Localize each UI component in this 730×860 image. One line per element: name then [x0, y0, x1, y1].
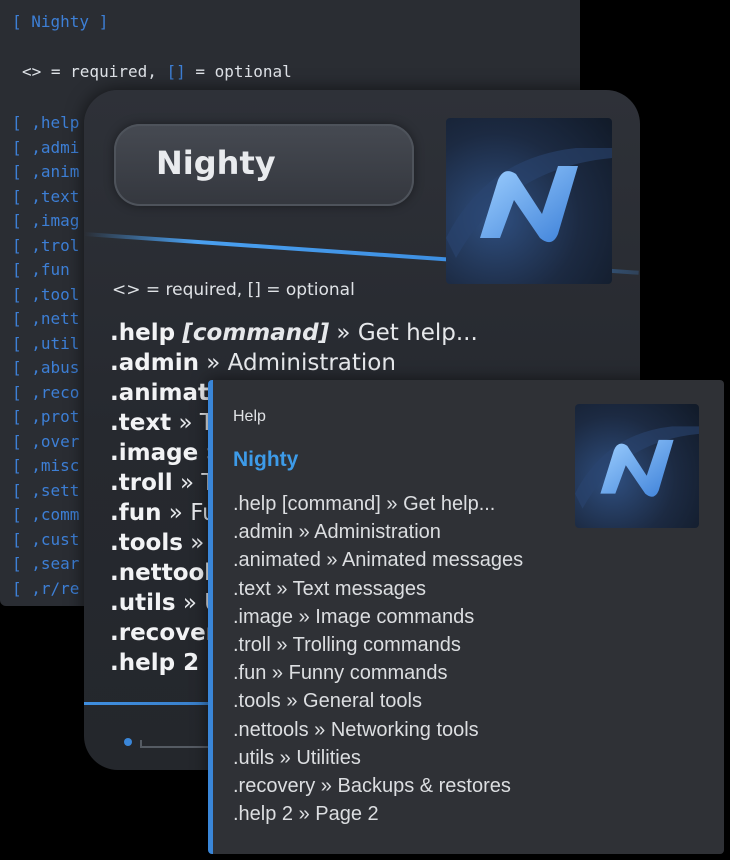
code-row-admin: [ ,admi: [12, 137, 80, 157]
code-row-text: [ ,text: [12, 186, 80, 206]
code-row-protection: [ ,prot: [12, 407, 80, 426]
command-argument: [command]: [182, 320, 330, 346]
command-name: .troll: [110, 470, 173, 496]
embed-row-utils: .utils » Utilities: [233, 746, 361, 769]
fancy-legend: <> = required, [] = optional: [112, 280, 355, 300]
code-row-help: [ ,help: [12, 113, 80, 132]
command-name: .image: [110, 440, 199, 466]
command-name: .tools: [110, 530, 183, 556]
embed-row-image: .image » Image commands: [233, 605, 475, 628]
command-name: .utils: [110, 590, 176, 616]
embed-row-help: .help [command] » Get help...: [233, 493, 496, 515]
embed-row-fun: .fun » Funny commands: [233, 662, 448, 685]
code-row-community: [ ,comm: [12, 505, 80, 524]
code-row-search: [ ,sear: [12, 554, 80, 573]
code-row-reddit: [ ,r/re: [12, 578, 80, 598]
embed-row-tools: .tools » General tools: [233, 690, 422, 713]
command-description: » Administration: [198, 350, 396, 376]
legend-required-text: <> = required,: [22, 62, 167, 81]
embed-row-text: .text » Text messages: [233, 577, 427, 600]
embed-row-help-2: .help 2 » Page 2: [233, 803, 379, 826]
embed-row-animated: .animated » Animated messages: [233, 549, 524, 572]
code-row-troll: [ ,trol: [12, 235, 80, 255]
code-block-legend: <> = required, [] = optional: [22, 62, 292, 81]
embed-title[interactable]: Nighty: [233, 448, 298, 472]
nighty-n-logo-svg: [446, 148, 612, 258]
command-name: .recover: [110, 620, 218, 646]
command-name: .admin: [110, 350, 199, 376]
embed-row-troll: .troll » Trolling commands: [233, 633, 461, 656]
code-row-tools: [ ,tool: [12, 284, 80, 304]
code-row-animated: [ ,anim: [12, 162, 80, 181]
code-block-command-list: [ ,help [ ,admi [ ,anim [ ,text [ ,imag …: [12, 111, 79, 601]
command-name: .text: [110, 410, 172, 436]
footer-dot-icon: [124, 738, 132, 746]
fancy-row-help: .help [command] » Get help...: [110, 318, 478, 348]
code-row-abuse: [ ,abus: [12, 358, 80, 377]
embed-author: Help: [233, 408, 266, 425]
command-name: .help: [110, 320, 176, 346]
code-row-nettools: [ ,nett: [12, 309, 80, 328]
command-name: .help 2: [110, 650, 200, 676]
code-row-utils: [ ,util: [12, 333, 80, 353]
embed-command-list: .help [command] » Get help... .admin » A…: [233, 490, 523, 828]
code-row-custom: [ ,cust: [12, 529, 80, 549]
command-name: .fun: [110, 500, 162, 526]
code-row-fun: [ ,fun: [12, 260, 70, 279]
fancy-row-admin: .admin » Administration: [110, 348, 478, 378]
code-block-title: [ Nighty ]: [12, 12, 109, 31]
code-row-recovery: [ ,reco: [12, 382, 80, 402]
embed-row-recovery: .recovery » Backups & restores: [233, 774, 511, 797]
legend-optional-brackets: []: [166, 62, 186, 81]
code-row-misc: [ ,misc: [12, 456, 80, 475]
nighty-n-logo-svg: [575, 426, 699, 509]
embed-row-nettools: .nettools » Networking tools: [233, 718, 479, 741]
command-description: » Get help...: [329, 320, 478, 346]
fancy-card-title: Nighty: [156, 144, 276, 182]
nighty-logo-thumbnail-icon: [575, 404, 699, 528]
discord-embed-help-card: Help Nighty .help [command] » Get help..…: [208, 380, 724, 854]
legend-optional-text: = optional: [185, 62, 292, 81]
code-row-overlay: [ ,over: [12, 431, 80, 451]
code-row-settings: [ ,sett: [12, 480, 80, 500]
nighty-logo-icon: [446, 118, 612, 284]
code-row-image: [ ,imag: [12, 211, 80, 230]
embed-row-admin: .admin » Administration: [233, 521, 441, 544]
